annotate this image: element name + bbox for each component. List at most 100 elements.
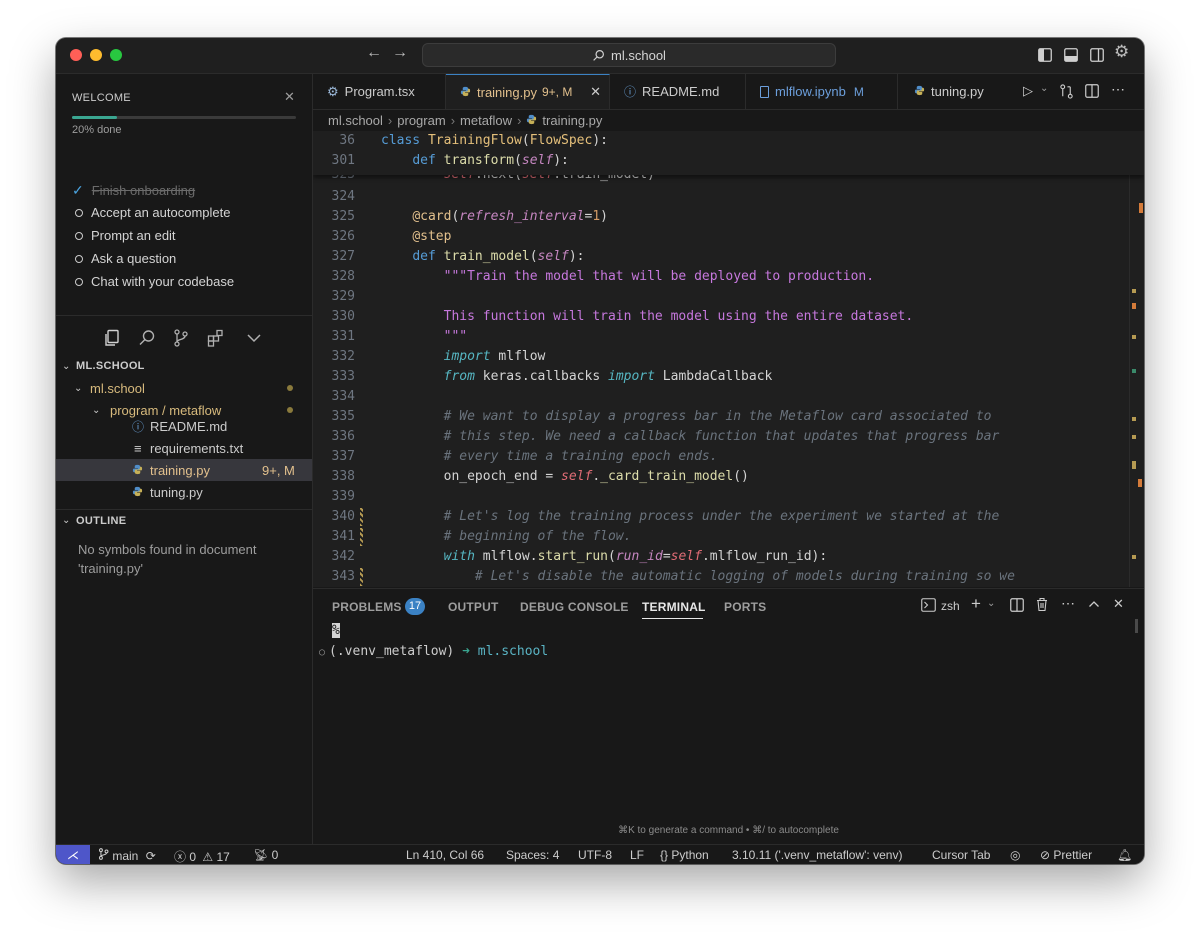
branch-indicator[interactable]: main ⟳ — [98, 848, 156, 863]
more-actions-icon[interactable]: ⋯ — [1061, 595, 1075, 612]
cursor-position[interactable]: Ln 410, Col 66 — [406, 848, 484, 862]
onboarding-progress — [72, 116, 296, 119]
tab-terminal[interactable]: TERMINAL — [642, 600, 706, 614]
maximize-panel-icon[interactable] — [1088, 599, 1100, 609]
zoom-window-button[interactable] — [110, 49, 122, 61]
breadcrumb-item[interactable]: ml.school — [328, 113, 383, 128]
outline-section-header[interactable]: ⌄ OUTLINE — [56, 509, 312, 531]
notebook-icon — [760, 85, 769, 98]
explorer-files-icon[interactable] — [102, 328, 122, 348]
ruler-mark — [1132, 303, 1136, 309]
terminal-prompt[interactable]: ○ (.venv_metaflow) ➜ ml.school — [319, 644, 548, 659]
onboarding-progress-fill — [72, 116, 117, 119]
encoding[interactable]: UTF-8 — [578, 848, 612, 862]
copilot-icon[interactable]: ◎ — [1010, 848, 1020, 862]
ruler-mark — [1132, 369, 1136, 373]
tab-readme[interactable]: ⓘ README.md — [610, 74, 746, 109]
problems-indicator[interactable]: ⓧ 0 ⚠ 17 — [174, 848, 230, 864]
sticky-scroll-header: 36 class TrainingFlow(FlowSpec): 301 def… — [313, 131, 1144, 175]
language-mode[interactable]: {} Python — [660, 848, 709, 862]
split-editor-icon[interactable] — [1085, 84, 1099, 98]
line-number: 343 — [331, 569, 355, 584]
circle-icon: ○ — [319, 647, 326, 658]
git-change-marker — [360, 528, 363, 546]
active-tab-underline — [642, 618, 703, 619]
explorer-section-header[interactable]: ⌄ ML.SCHOOL — [56, 355, 312, 377]
onboarding-item[interactable]: Prompt an edit — [74, 228, 176, 243]
split-terminal-icon[interactable] — [1010, 598, 1024, 612]
chevron-down-icon[interactable] — [244, 328, 264, 348]
python-interpreter[interactable]: 3.10.11 ('.venv_metaflow': venv) — [732, 848, 902, 862]
onboarding-item[interactable]: Chat with your codebase — [74, 274, 234, 289]
search-icon[interactable] — [137, 328, 157, 348]
cursor-tab-status[interactable]: Cursor Tab — [932, 848, 990, 862]
more-actions-icon[interactable]: ⋯ — [1111, 81, 1125, 98]
indentation[interactable]: Spaces: 4 — [506, 848, 559, 862]
compare-changes-icon[interactable] — [1059, 84, 1074, 99]
line-number: 338 — [331, 469, 355, 484]
breadcrumb-item[interactable]: program — [397, 113, 445, 128]
line-number: 329 — [331, 289, 355, 304]
prettier-status[interactable]: ⊘ Prettier — [1040, 848, 1092, 862]
circle-icon — [75, 254, 83, 263]
toggle-sidebar-icon[interactable] — [1038, 48, 1052, 62]
onboarding-item[interactable]: Ask a question — [74, 251, 176, 266]
toggle-panel-icon[interactable] — [1064, 48, 1078, 62]
ports-indicator[interactable]: 📡︎ 0 — [253, 848, 278, 862]
sticky-line: def transform(self): — [412, 153, 569, 168]
file-requirements[interactable]: ≡ requirements.txt — [56, 437, 312, 459]
toggle-secondary-sidebar-icon[interactable] — [1090, 48, 1104, 62]
search-label: ml.school — [611, 47, 666, 63]
file-tuning[interactable]: tuning.py — [56, 481, 312, 503]
folder-ml-school[interactable]: ⌄ ml.school — [56, 377, 312, 399]
close-window-button[interactable] — [70, 49, 82, 61]
terminal-scrollbar[interactable] — [1135, 619, 1138, 633]
bell-icon[interactable]: 🔔︎ — [1117, 848, 1132, 862]
add-terminal-icon[interactable]: + — [971, 594, 981, 614]
tab-debug-console[interactable]: DEBUG CONSOLE — [520, 600, 629, 614]
tab-training-py[interactable]: training.py 9+, M ✕ — [446, 74, 610, 109]
close-icon[interactable]: ✕ — [284, 89, 295, 105]
run-icon[interactable]: ▷ — [1023, 83, 1033, 99]
extensions-icon[interactable] — [206, 328, 226, 348]
shell-name[interactable]: zsh — [941, 599, 960, 613]
remote-indicator[interactable]: ⋌ — [56, 845, 90, 864]
ruler-mark — [1132, 335, 1136, 339]
tab-output[interactable]: OUTPUT — [448, 600, 499, 614]
tab-problems[interactable]: PROBLEMS — [332, 600, 402, 614]
python-icon — [526, 113, 537, 128]
command-center-search[interactable]: ml.school — [422, 43, 836, 67]
end-of-line[interactable]: LF — [630, 848, 644, 862]
gear-icon[interactable]: ⚙ — [1114, 43, 1129, 60]
code-line: @step — [412, 229, 452, 244]
python-icon — [914, 84, 925, 99]
tab-mlflow-ipynb[interactable]: mlflow.ipynb M — [746, 74, 898, 109]
source-control-icon[interactable] — [171, 328, 191, 348]
tab-tuning-py[interactable]: tuning.py — [898, 74, 1018, 109]
overview-ruler[interactable] — [1129, 131, 1144, 587]
terminal-icon — [921, 598, 936, 612]
file-training[interactable]: training.py 9+, M — [56, 459, 312, 481]
forward-arrow-icon[interactable]: → — [392, 45, 408, 61]
trash-icon[interactable] — [1035, 597, 1049, 612]
back-arrow-icon[interactable]: ← — [366, 45, 382, 61]
minimize-window-button[interactable] — [90, 49, 102, 61]
tab-ports[interactable]: PORTS — [724, 600, 766, 614]
chevron-down-icon[interactable]: ⌄ — [987, 598, 995, 609]
code-editor[interactable]: 36 class TrainingFlow(FlowSpec): 301 def… — [313, 131, 1144, 587]
chevron-down-icon[interactable]: ⌄ — [1040, 83, 1048, 94]
onboarding-item[interactable]: Accept an autocomplete — [74, 205, 230, 220]
title-bar: ← → ml.school ⚙ — [56, 38, 1144, 74]
tab-program-tsx[interactable]: ⚙ Program.tsx — [313, 74, 446, 109]
breadcrumb-item[interactable]: metaflow — [460, 113, 512, 128]
breadcrumb-item[interactable]: training.py — [542, 113, 602, 128]
ruler-mark — [1132, 435, 1136, 439]
onboarding-item[interactable]: ✓ Finish onboarding — [72, 182, 195, 199]
close-icon[interactable]: ✕ — [1113, 596, 1124, 612]
python-icon — [460, 85, 471, 100]
file-readme[interactable]: ⓘ README.md — [56, 415, 312, 437]
code-line: # beginning of the flow. — [381, 529, 632, 544]
outline-empty-message: No symbols found in document 'training.p… — [78, 542, 257, 576]
error-icon: ⓧ — [174, 850, 187, 864]
close-icon[interactable]: ✕ — [590, 84, 601, 100]
